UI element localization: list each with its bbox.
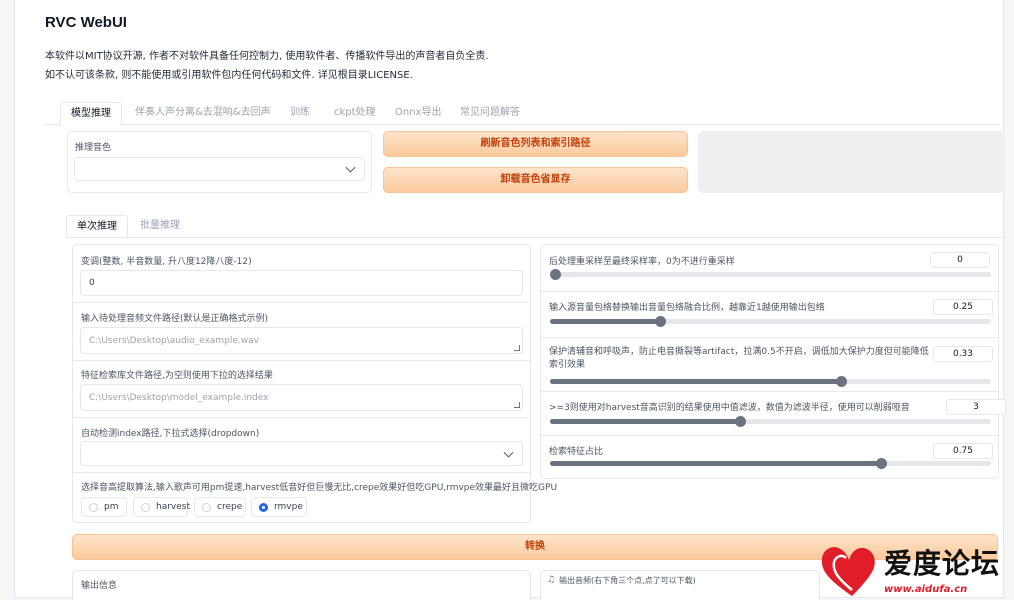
divider — [73, 360, 530, 361]
audio-path-label: 输入待处理音频文件路径(默认是正确格式示例) — [81, 314, 269, 324]
output-audio-block: ♫ 输出音频(右下角三个点,点了可以下载) — [540, 570, 820, 600]
resize-handle-icon[interactable] — [514, 402, 520, 408]
slider-track[interactable] — [550, 269, 991, 280]
slider-fill — [550, 419, 740, 424]
slider-fill — [550, 461, 881, 466]
auto-index-dropdown[interactable] — [80, 441, 523, 466]
status-output-box — [698, 131, 1005, 193]
divider — [73, 302, 530, 303]
license-notice-2: 如不认可该条款, 则不能使用或引用软件包内任何代码和文件. 详见根目录LICEN… — [45, 70, 413, 81]
watermark-url: www.aidufa.cn — [884, 584, 968, 595]
slider-track[interactable] — [550, 316, 991, 327]
divider — [73, 472, 530, 473]
subtab-divider — [66, 237, 1006, 238]
radio-crepe[interactable]: crepe — [194, 497, 246, 517]
auto-index-label: 自动检测index路径,下拉式选择(dropdown) — [81, 429, 260, 439]
slider-number-input[interactable]: 0.75 — [933, 443, 993, 459]
slider-row: 输入源音量包络替换输出音量包络融合比例，越靠近1越使用输出包络 0.25 — [541, 291, 998, 337]
index-path-label: 特征检索库文件路径,为空则使用下拉的选择结果 — [81, 371, 273, 381]
radio-pm[interactable]: pm — [81, 497, 127, 517]
radio-rmvpe-label: rmvpe — [274, 502, 303, 512]
watermark-title-text: 爱度论坛 — [884, 547, 1001, 580]
voice-select-label: 推理音色 — [75, 143, 112, 153]
tab-onnx-export[interactable]: Onnx导出 — [385, 102, 451, 125]
slider-label: >=3则使用对harvest音高识别的结果使用中值滤波，数值为滤波半径，使用可以… — [549, 403, 910, 413]
slider-thumb[interactable] — [550, 269, 561, 280]
output-audio-label: 输出音频(右下角三个点,点了可以下载) — [559, 576, 696, 585]
slider-label: 保护清辅音和呼吸声，防止电音撕裂等artifact，拉满0.5不开启，调低加大保… — [549, 347, 929, 370]
slider-row: 后处理重采样至最终采样率，0为不进行重采样 0 — [541, 245, 998, 291]
refresh-voice-list-button[interactable]: 刷新音色列表和索引路径 — [383, 131, 688, 157]
tab-ckpt[interactable]: ckpt处理 — [324, 102, 386, 125]
subtab-single-inference[interactable]: 单次推理 — [66, 215, 128, 238]
slider-label: 后处理重采样至最终采样率，0为不进行重采样 — [549, 257, 735, 267]
slider-thumb[interactable] — [734, 416, 746, 427]
slider-number-input[interactable]: 0.33 — [933, 346, 993, 362]
slider-thumb[interactable] — [655, 316, 667, 327]
slider-row: 检索特征占比 0.75 — [541, 435, 998, 479]
transpose-label: 变调(整数, 半音数量, 升八度12降八度-12) — [81, 257, 252, 267]
slider-number-input[interactable]: 0.25 — [933, 299, 993, 315]
app-title: RVC WebUI — [45, 14, 127, 31]
left-settings-panel: 变调(整数, 半音数量, 升八度12降八度-12) 0 输入待处理音频文件路径(… — [72, 244, 557, 523]
transpose-input[interactable]: 0 — [80, 270, 523, 296]
slider-thumb[interactable] — [875, 458, 887, 469]
audio-path-placeholder: C:\Users\Desktop\audio_example.wav — [89, 336, 259, 346]
voice-select-block: 推理音色 — [67, 131, 372, 193]
slider-label: 检索特征占比 — [549, 447, 604, 457]
output-info-block: 输出信息 — [72, 570, 531, 600]
chevron-down-icon — [345, 162, 356, 173]
radio-circle-icon — [202, 503, 211, 512]
chevron-down-icon[interactable] — [503, 447, 514, 458]
f0-method-label: 选择音高提取算法,输入歌声可用pm提速,harvest低音好但巨慢无比,crep… — [81, 483, 558, 493]
aidufa-watermark-logo: 爱度论坛 www.aidufa.cn — [818, 538, 1014, 600]
tab-faq[interactable]: 常见问题解答 — [450, 102, 530, 125]
slider-track[interactable] — [550, 458, 991, 469]
radio-crepe-label: crepe — [217, 502, 243, 512]
radio-circle-icon — [89, 503, 98, 512]
transpose-value: 0 — [89, 278, 95, 288]
slider-label: 输入源音量包络替换输出音量包络融合比例，越靠近1越使用输出包络 — [549, 303, 825, 313]
slider-track[interactable] — [550, 376, 991, 387]
radio-harvest-label: harvest — [156, 502, 191, 512]
license-notice-1: 本软件以MIT协议开源, 作者不对软件具备任何控制力, 使用软件者、传播软件导出… — [45, 51, 489, 62]
radio-harvest[interactable]: harvest — [133, 497, 191, 517]
radio-checked-icon — [259, 503, 268, 512]
slider-number-input[interactable]: 0 — [930, 252, 990, 268]
music-note-icon: ♫ — [547, 575, 556, 585]
slider-fill — [550, 319, 661, 324]
tab-train[interactable]: 训练 — [280, 102, 320, 125]
slider-row: 保护清辅音和呼吸声，防止电音撕裂等artifact，拉满0.5不开启，调低加大保… — [541, 337, 998, 391]
main-tabbar: 模型推理 伴奏人声分离&去混响&去回声 训练 ckpt处理 Onnx导出 常见问… — [45, 102, 1000, 126]
slider-number-input[interactable]: 3 — [946, 399, 1006, 415]
right-sliders-panel: 后处理重采样至最终采样率，0为不进行重采样 0 输入源音量包络替换输出音量包络融合比… — [540, 244, 1006, 479]
index-path-placeholder: C:\Users\Desktop\model_example.index — [89, 393, 269, 403]
index-path-input[interactable]: C:\Users\Desktop\model_example.index — [80, 384, 523, 411]
slider-track[interactable] — [550, 416, 991, 427]
voice-dropdown[interactable] — [74, 157, 365, 181]
divider — [73, 417, 530, 418]
output-info-label: 输出信息 — [81, 581, 118, 591]
radio-pm-label: pm — [104, 502, 119, 512]
resize-handle-icon[interactable] — [514, 345, 520, 351]
tab-vocal-separation[interactable]: 伴奏人声分离&去混响&去回声 — [125, 102, 281, 125]
radio-circle-icon — [141, 503, 150, 512]
slider-thumb[interactable] — [836, 376, 848, 387]
slider-fill — [550, 379, 842, 384]
unload-voice-button[interactable]: 卸载音色省显存 — [383, 167, 688, 193]
radio-rmvpe[interactable]: rmvpe — [251, 497, 307, 517]
tab-model-inference[interactable]: 模型推理 — [60, 102, 122, 126]
audio-path-input[interactable]: C:\Users\Desktop\audio_example.wav — [80, 327, 523, 354]
watermark-title: 爱度论坛 — [884, 542, 1000, 582]
slider-row: >=3则使用对harvest音高识别的结果使用中值滤波，数值为滤波半径，使用可以… — [541, 391, 1006, 435]
subtab-batch-inference[interactable]: 批量推理 — [130, 215, 190, 237]
